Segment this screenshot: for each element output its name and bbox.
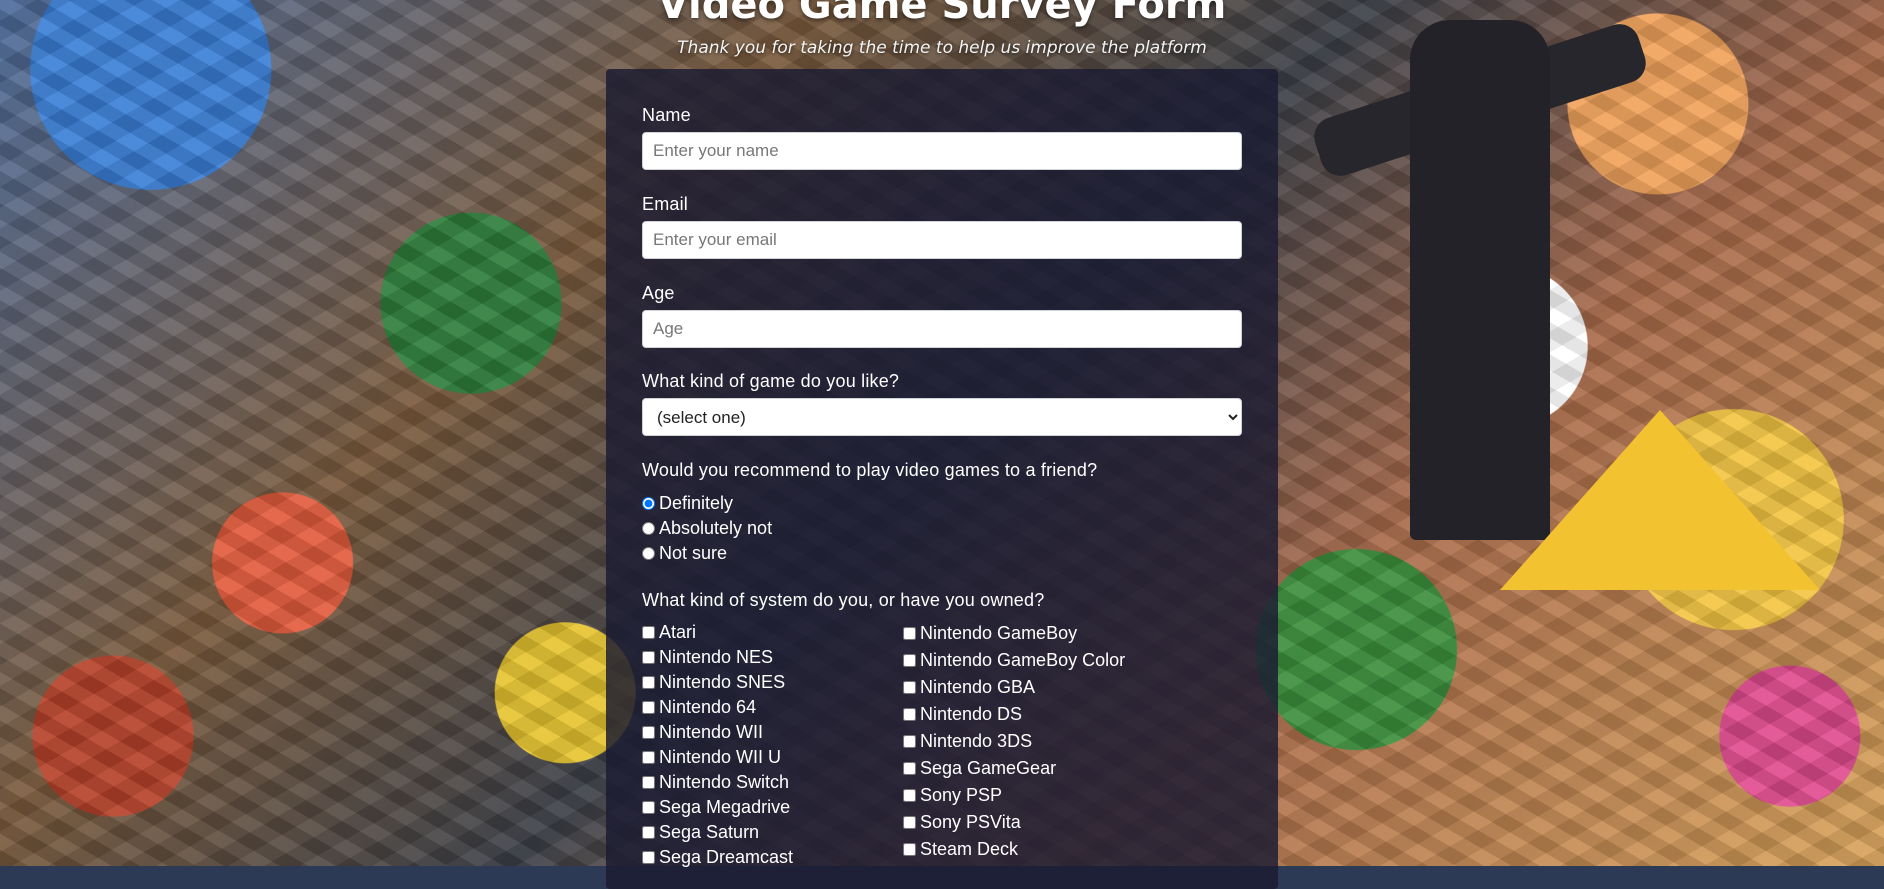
system-option-gamegear: Sega GameGear (903, 755, 1203, 782)
system-checkbox-saturn[interactable] (642, 826, 655, 839)
system-option-label: Sega Saturn (659, 822, 760, 842)
system-option-nes: Nintendo NES (642, 645, 942, 670)
recommend-option-definitely: Definitely (642, 491, 1242, 516)
systems-left-column: Atari Nintendo NES Nintendo SNES Nintend… (642, 620, 942, 870)
system-checkbox-wii-u[interactable] (642, 751, 655, 764)
system-option-gameboy: Nintendo GameBoy (903, 620, 1203, 647)
system-checkbox-psvita[interactable] (903, 816, 916, 829)
system-option-label: Nintendo NES (659, 647, 774, 667)
system-option-label: Nintendo 64 (659, 697, 757, 717)
recommend-group: Would you recommend to play video games … (642, 460, 1242, 566)
system-checkbox-dreamcast[interactable] (642, 851, 655, 864)
system-option-label: Atari (659, 622, 697, 642)
system-checkbox-gba[interactable] (903, 681, 916, 694)
system-checkbox-snes[interactable] (642, 676, 655, 689)
system-option-label: Nintendo 3DS (920, 731, 1033, 751)
system-checkbox-ds[interactable] (903, 708, 916, 721)
system-option-gameboy-color: Nintendo GameBoy Color (903, 647, 1203, 674)
systems-right-column: Nintendo GameBoy Nintendo GameBoy Color … (903, 620, 1203, 863)
genre-select[interactable]: (select one) (642, 398, 1242, 436)
email-group: Email (642, 194, 1242, 259)
system-option-label: Nintendo DS (920, 704, 1023, 724)
email-label: Email (642, 194, 689, 214)
system-option-3ds: Nintendo 3DS (903, 728, 1203, 755)
system-checkbox-3ds[interactable] (903, 735, 916, 748)
system-option-label: Nintendo GameBoy Color (920, 650, 1126, 670)
system-option-gba: Nintendo GBA (903, 674, 1203, 701)
system-option-label: Sony PSVita (920, 812, 1021, 832)
system-option-steam-deck: Steam Deck (903, 836, 1203, 863)
system-option-label: Sony PSP (920, 785, 1003, 805)
name-input[interactable] (642, 132, 1242, 170)
system-option-megadrive: Sega Megadrive (642, 795, 942, 820)
systems-label: What kind of system do you, or have you … (642, 590, 1045, 610)
system-option-label: Nintendo WII U (659, 747, 782, 767)
system-option-psp: Sony PSP (903, 782, 1203, 809)
system-option-label: Sega Dreamcast (659, 847, 794, 867)
genre-group: What kind of game do you like? (select o… (642, 371, 1242, 436)
system-checkbox-psp[interactable] (903, 789, 916, 802)
system-option-label: Sega Megadrive (659, 797, 791, 817)
system-option-psvita: Sony PSVita (903, 809, 1203, 836)
age-input[interactable] (642, 310, 1242, 348)
recommend-label: Would you recommend to play video games … (642, 460, 1098, 480)
age-label: Age (642, 283, 675, 303)
system-option-snes: Nintendo SNES (642, 670, 942, 695)
system-option-saturn: Sega Saturn (642, 820, 942, 845)
system-checkbox-wii[interactable] (642, 726, 655, 739)
system-checkbox-gameboy[interactable] (903, 627, 916, 640)
recommend-radio-not-sure[interactable] (642, 547, 655, 560)
email-input[interactable] (642, 221, 1242, 259)
recommend-option-not-sure: Not sure (642, 541, 1242, 566)
system-option-label: Sega GameGear (920, 758, 1057, 778)
system-checkbox-atari[interactable] (642, 626, 655, 639)
system-checkbox-switch[interactable] (642, 776, 655, 789)
system-checkbox-gameboy-color[interactable] (903, 654, 916, 667)
statue-art (1410, 20, 1550, 540)
system-option-ds: Nintendo DS (903, 701, 1203, 728)
name-group: Name (642, 105, 1242, 170)
system-option-label: Nintendo Switch (659, 772, 790, 792)
system-option-wii-u: Nintendo WII U (642, 745, 942, 770)
page-title: Video Game Survey Form (657, 0, 1227, 28)
recommend-radio-absolutely-not[interactable] (642, 522, 655, 535)
survey-form: Name Email Age What kind of game do you … (606, 69, 1278, 889)
system-checkbox-steam-deck[interactable] (903, 843, 916, 856)
recommend-option-absolutely-not: Absolutely not (642, 516, 1242, 541)
system-option-label: Nintendo WII (659, 722, 764, 742)
system-option-n64: Nintendo 64 (642, 695, 942, 720)
age-group: Age (642, 283, 1242, 348)
system-checkbox-nes[interactable] (642, 651, 655, 664)
systems-group: What kind of system do you, or have you … (642, 590, 1242, 617)
system-option-label: Nintendo GBA (920, 677, 1036, 697)
system-checkbox-n64[interactable] (642, 701, 655, 714)
system-option-wii: Nintendo WII (642, 720, 942, 745)
system-option-atari: Atari (642, 620, 942, 645)
genre-label: What kind of game do you like? (642, 371, 900, 391)
system-option-label: Nintendo GameBoy (920, 623, 1078, 643)
system-option-dreamcast: Sega Dreamcast (642, 845, 942, 870)
system-option-switch: Nintendo Switch (642, 770, 942, 795)
system-option-label: Steam Deck (920, 839, 1019, 859)
system-checkbox-megadrive[interactable] (642, 801, 655, 814)
system-option-label: Nintendo SNES (659, 672, 786, 692)
page-subtitle: Thank you for taking the time to help us… (677, 38, 1207, 58)
recommend-option-label: Not sure (659, 543, 728, 563)
recommend-option-label: Absolutely not (659, 518, 773, 538)
name-label: Name (642, 105, 691, 125)
system-checkbox-gamegear[interactable] (903, 762, 916, 775)
recommend-radio-definitely[interactable] (642, 497, 655, 510)
recommend-option-label: Definitely (659, 493, 734, 513)
